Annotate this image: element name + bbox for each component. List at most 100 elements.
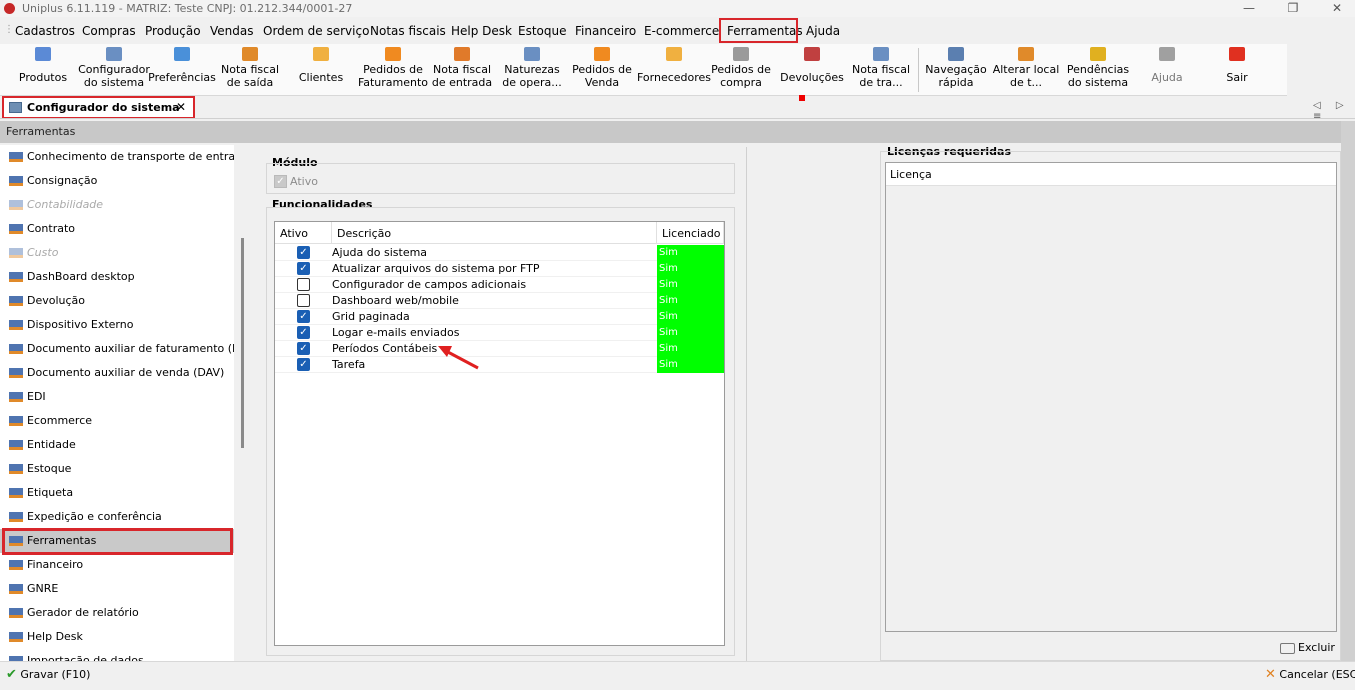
module-icon [9, 488, 23, 498]
toolbar-button-label: Nota fiscal de tra... [851, 63, 910, 89]
menu-ecommerce[interactable]: E-commerce [644, 24, 719, 38]
column-ativo[interactable]: Ativo [275, 222, 332, 244]
toolbar-button-suppliers[interactable]: Fornecedores [637, 44, 711, 94]
feature-active-checkbox[interactable] [297, 294, 310, 307]
toolbar-button-help[interactable]: Ajuda [1133, 44, 1201, 94]
cancel-button[interactable]: ✕ Cancelar (ESC) [1265, 667, 1355, 682]
column-descricao[interactable]: Descrição [332, 222, 657, 244]
module-list-item[interactable]: GNRE [0, 577, 234, 601]
title-bar: Uniplus 6.11.119 - MATRIZ: Teste CNPJ: 0… [0, 0, 1355, 17]
module-list-item[interactable]: Etiqueta [0, 481, 234, 505]
module-list-item[interactable]: Contrato [0, 217, 234, 241]
toolbar-button-purchase-orders[interactable]: Pedidos de compra [707, 44, 775, 94]
toolbar-button-label: Preferências [148, 71, 216, 84]
module-list-label: Ecommerce [27, 414, 93, 427]
module-active-checkbox[interactable]: ✓ [274, 175, 287, 188]
minimize-button[interactable]: — [1234, 1, 1264, 16]
column-licenciado[interactable]: Licenciado [657, 222, 724, 244]
module-list-item[interactable]: Help Desk [0, 625, 234, 649]
menu-ordem-servico[interactable]: Ordem de serviço [263, 24, 369, 38]
module-list-item[interactable]: Financeiro [0, 553, 234, 577]
module-list-scrollbar[interactable] [241, 238, 244, 448]
section-header-label: Ferramentas [6, 125, 76, 138]
toolbar-button-label: Nota fiscal de saída [220, 63, 279, 89]
change-location-icon [1018, 47, 1034, 61]
column-licenca[interactable]: Licença [890, 168, 932, 181]
feature-active-checkbox[interactable]: ✓ [297, 358, 310, 371]
toolbar-button-label: Pendências do sistema [1066, 63, 1130, 89]
module-list-item[interactable]: Entidade [0, 433, 234, 457]
module-list-label: Financeiro [27, 558, 84, 571]
feature-active-checkbox[interactable]: ✓ [297, 342, 310, 355]
toolbar-button-sales-orders[interactable]: Pedidos de Venda [567, 44, 637, 94]
toolbar-separator [918, 48, 919, 92]
module-list-item[interactable]: Importação de dados [0, 649, 234, 661]
menu-compras[interactable]: Compras [82, 24, 136, 38]
row-divider [275, 372, 657, 373]
toolbar-button-invoice-out[interactable]: Nota fiscal de saída [215, 44, 285, 94]
module-list-item[interactable]: Gerador de relatório [0, 601, 234, 625]
module-list-item[interactable]: Expedição e conferência [0, 505, 234, 529]
module-list-item[interactable]: Ecommerce [0, 409, 234, 433]
feature-active-checkbox[interactable]: ✓ [297, 246, 310, 259]
delete-button[interactable]: Excluir [1280, 641, 1335, 654]
module-list-item[interactable]: Devolução [0, 289, 234, 313]
toolbar-button-operations[interactable]: Naturezas de opera... [497, 44, 567, 94]
module-list-label: Consignação [27, 174, 98, 187]
toolbar-button-configurator[interactable]: Configurador do sistema [76, 44, 152, 94]
module-list-item[interactable]: Conhecimento de transporte de entrada [0, 145, 234, 169]
toolbar-button-quick-nav[interactable]: Navegação rápida [921, 44, 991, 94]
feature-description: Atualizar arquivos do sistema por FTP [332, 262, 540, 275]
toolbar-button-invoice-transfer[interactable]: Nota fiscal de tra... [847, 44, 915, 94]
menu-financeiro[interactable]: Financeiro [575, 24, 636, 38]
toolbar-button-invoice-in[interactable]: Nota fiscal de entrada [428, 44, 496, 94]
save-button[interactable]: ✔ Gravar (F10) [6, 667, 90, 682]
module-list-item[interactable]: DashBoard desktop [0, 265, 234, 289]
toolbar-button-products[interactable]: Produtos [7, 44, 79, 94]
menu-vendas[interactable]: Vendas [210, 24, 254, 38]
close-window-button[interactable]: ✕ [1322, 1, 1352, 16]
toolbar-button-exit[interactable]: Sair [1202, 44, 1272, 94]
configurator-tab-icon [9, 102, 22, 113]
feature-active-checkbox[interactable]: ✓ [297, 310, 310, 323]
module-list-item[interactable]: Consignação [0, 169, 234, 193]
invoice-in-icon [454, 47, 470, 61]
menu-notas-fiscais[interactable]: Notas fiscais [370, 24, 446, 38]
menu-help-desk[interactable]: Help Desk [451, 24, 512, 38]
save-label: Gravar (F10) [20, 668, 91, 681]
module-list-label: Gerador de relatório [27, 606, 139, 619]
check-icon: ✔ [6, 667, 17, 682]
module-list-item[interactable]: Documento auxiliar de venda (DAV) [0, 361, 234, 385]
feature-active-checkbox[interactable]: ✓ [297, 326, 310, 339]
tab-configurador[interactable]: Configurador do sistema ✕ [2, 96, 195, 119]
app-logo-icon [4, 3, 15, 14]
menu-estoque[interactable]: Estoque [518, 24, 567, 38]
module-list-label: Documento auxiliar de venda (DAV) [27, 366, 225, 379]
toolbar-button-change-location[interactable]: Alterar local de t... [992, 44, 1060, 94]
feature-licensed-badge: Sim [657, 341, 724, 357]
feature-row: ✓ Atualizar arquivos do sistema por FTP Si… [275, 261, 724, 277]
toolbar-button-clients[interactable]: Clientes [288, 44, 354, 94]
invoice-transfer-icon [873, 47, 889, 61]
module-icon [9, 296, 23, 306]
toolbar-button-preferences[interactable]: Preferências [148, 44, 216, 94]
module-list-item[interactable]: Estoque [0, 457, 234, 481]
toolbar-button-returns[interactable]: Devoluções [776, 44, 848, 94]
tab-label: Configurador do sistema [27, 101, 180, 114]
close-tab-icon[interactable]: ✕ [176, 100, 186, 114]
configurator-icon [106, 47, 122, 61]
toolbar-button-billing-orders[interactable]: Pedidos de Faturamento [357, 44, 429, 94]
toolbar-button-label: Configurador do sistema [78, 63, 150, 89]
module-list-item[interactable]: EDI [0, 385, 234, 409]
module-list-item[interactable]: Documento auxiliar de faturamento (DAF) [0, 337, 234, 361]
menu-ajuda[interactable]: Ajuda [806, 24, 840, 38]
module-list-item[interactable]: Custo [0, 241, 234, 265]
module-list-item[interactable]: Contabilidade [0, 193, 234, 217]
maximize-button[interactable]: ❐ [1278, 1, 1308, 16]
feature-active-checkbox[interactable]: ✓ [297, 262, 310, 275]
module-list-item[interactable]: Dispositivo Externo [0, 313, 234, 337]
menu-cadastros[interactable]: Cadastros [15, 24, 75, 38]
feature-active-checkbox[interactable] [297, 278, 310, 291]
toolbar-button-warning[interactable]: Pendências do sistema [1061, 44, 1135, 94]
menu-producao[interactable]: Produção [145, 24, 201, 38]
